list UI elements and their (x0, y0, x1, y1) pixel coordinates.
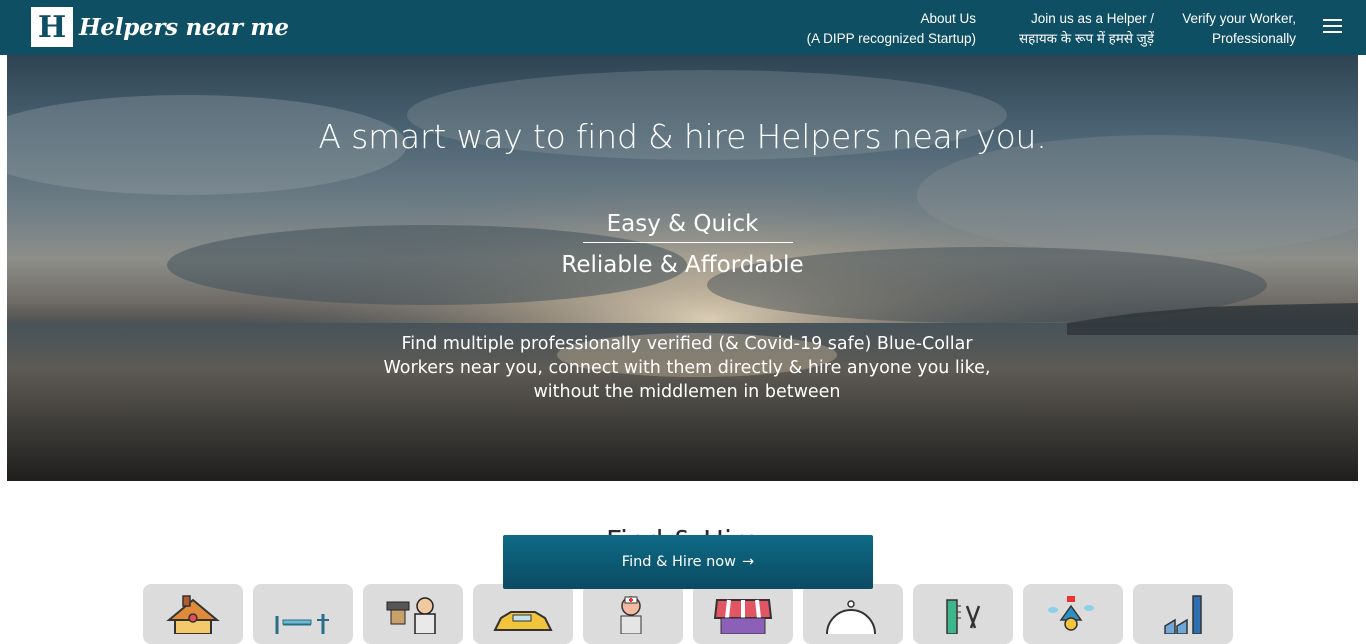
nav-about-line2: (A DIPP recognized Startup) (806, 31, 976, 46)
hero-tagline-easy: Easy & Quick (606, 211, 759, 237)
hero-description: Find multiple professionally verified (&… (383, 334, 991, 402)
nav-join-helper-link[interactable]: Join us as a Helper / सहायक के रूप में ह… (1019, 9, 1154, 49)
category-tile-grooming[interactable] (913, 584, 1013, 644)
nav-about-us-link[interactable]: About Us (A DIPP recognized Startup) (807, 9, 976, 49)
category-tiles (143, 584, 1243, 644)
shop-awning-icon (713, 599, 773, 634)
category-tile-events[interactable] (1023, 584, 1123, 644)
category-tile-industrial[interactable] (1133, 584, 1233, 644)
brand-logo[interactable]: H Helpers near me (31, 7, 289, 47)
nav-verify-worker-link[interactable]: Verify your Worker, Professionally (1182, 9, 1296, 49)
factory-icon (1164, 595, 1202, 634)
category-tile-catering[interactable] (803, 584, 903, 644)
nav-join-line2: सहायक के रूप में हमसे जुड़ें (1019, 31, 1154, 46)
house-icon (166, 595, 220, 634)
arrow-right-icon: → (742, 554, 755, 570)
logo-mark-icon: H (31, 7, 73, 47)
category-tile-shop[interactable] (693, 584, 793, 644)
event-decor-icon (1048, 596, 1094, 631)
food-cloche-icon (826, 600, 876, 634)
category-tile-furniture[interactable] (253, 584, 353, 644)
nav-join-line1: Join us as a Helper / (1030, 11, 1154, 26)
nav-verify-line2: Professionally (1211, 31, 1296, 46)
car-icon (493, 611, 553, 631)
furniture-icon (275, 614, 329, 634)
category-tile-house[interactable] (143, 584, 243, 644)
hero-tagline-reliable: Reliable & Affordable (561, 252, 804, 278)
find-hire-now-button[interactable]: Find & Hire now → (503, 535, 873, 589)
logo-text: Helpers near me (79, 13, 289, 41)
category-tile-chef[interactable] (363, 584, 463, 644)
hero-divider (583, 242, 793, 243)
category-tile-nurse[interactable] (583, 584, 683, 644)
nav-verify-line1: Verify your Worker, (1182, 11, 1296, 26)
category-tile-car[interactable] (473, 584, 573, 644)
nurse-icon (620, 596, 642, 634)
hamburger-menu-icon[interactable] (1323, 19, 1342, 35)
hero-title: A smart way to find & hire Helpers near … (318, 117, 1047, 156)
hero-banner: A smart way to find & hire Helpers near … (7, 55, 1358, 481)
nav-about-line1: About Us (920, 11, 976, 26)
chef-icon (386, 597, 436, 634)
grooming-tools-icon (946, 599, 981, 634)
top-navbar: H Helpers near me About Us (A DIPP recog… (0, 0, 1366, 55)
cta-label: Find & Hire now (621, 554, 737, 570)
